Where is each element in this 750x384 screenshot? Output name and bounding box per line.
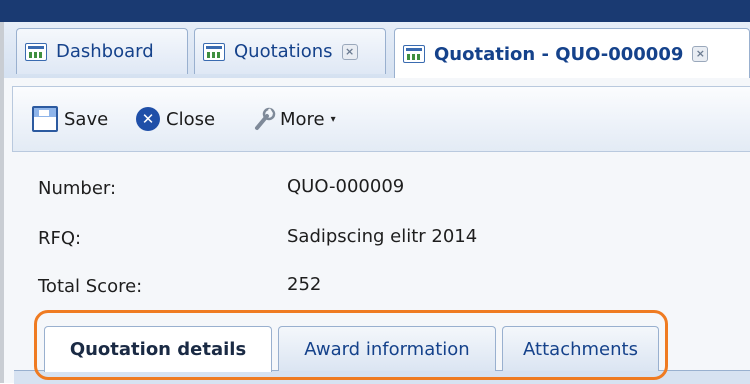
- app-top-bar: [0, 0, 750, 23]
- tab-dashboard[interactable]: Dashboard: [16, 28, 188, 74]
- toolbar: [12, 86, 750, 152]
- rfq-value: Sadipscing elitr 2014: [287, 226, 478, 247]
- more-button[interactable]: More ▾: [252, 100, 336, 138]
- close-tab-icon[interactable]: ×: [692, 46, 709, 62]
- rfq-label: RFQ:: [38, 228, 82, 249]
- close-button[interactable]: ✕ Close: [136, 100, 215, 138]
- more-label: More: [280, 108, 325, 130]
- save-icon: [32, 106, 58, 132]
- highlight-annotation: [34, 310, 668, 380]
- number-label: Number:: [38, 178, 117, 199]
- save-button[interactable]: Save: [32, 100, 108, 138]
- grid-icon: [403, 45, 425, 63]
- total-score-value: 252: [287, 274, 322, 295]
- tab-label: Dashboard: [56, 41, 154, 62]
- grid-icon: [203, 42, 225, 61]
- tab-quotation-detail[interactable]: Quotation - QUO-000009 ×: [394, 28, 750, 79]
- number-value: QUO-000009: [287, 176, 405, 197]
- wrench-icon: [255, 107, 276, 130]
- tab-label: Quotations: [234, 41, 333, 62]
- dashboard-icon: [25, 42, 47, 61]
- save-label: Save: [64, 108, 109, 130]
- total-score-label: Total Score:: [38, 276, 143, 297]
- tab-quotations[interactable]: Quotations ×: [194, 28, 386, 74]
- chevron-down-icon: ▾: [330, 113, 336, 125]
- close-icon: ✕: [136, 107, 160, 131]
- close-label: Close: [166, 108, 216, 130]
- tab-label: Quotation - QUO-000009: [434, 43, 684, 65]
- close-tab-icon[interactable]: ×: [341, 43, 358, 60]
